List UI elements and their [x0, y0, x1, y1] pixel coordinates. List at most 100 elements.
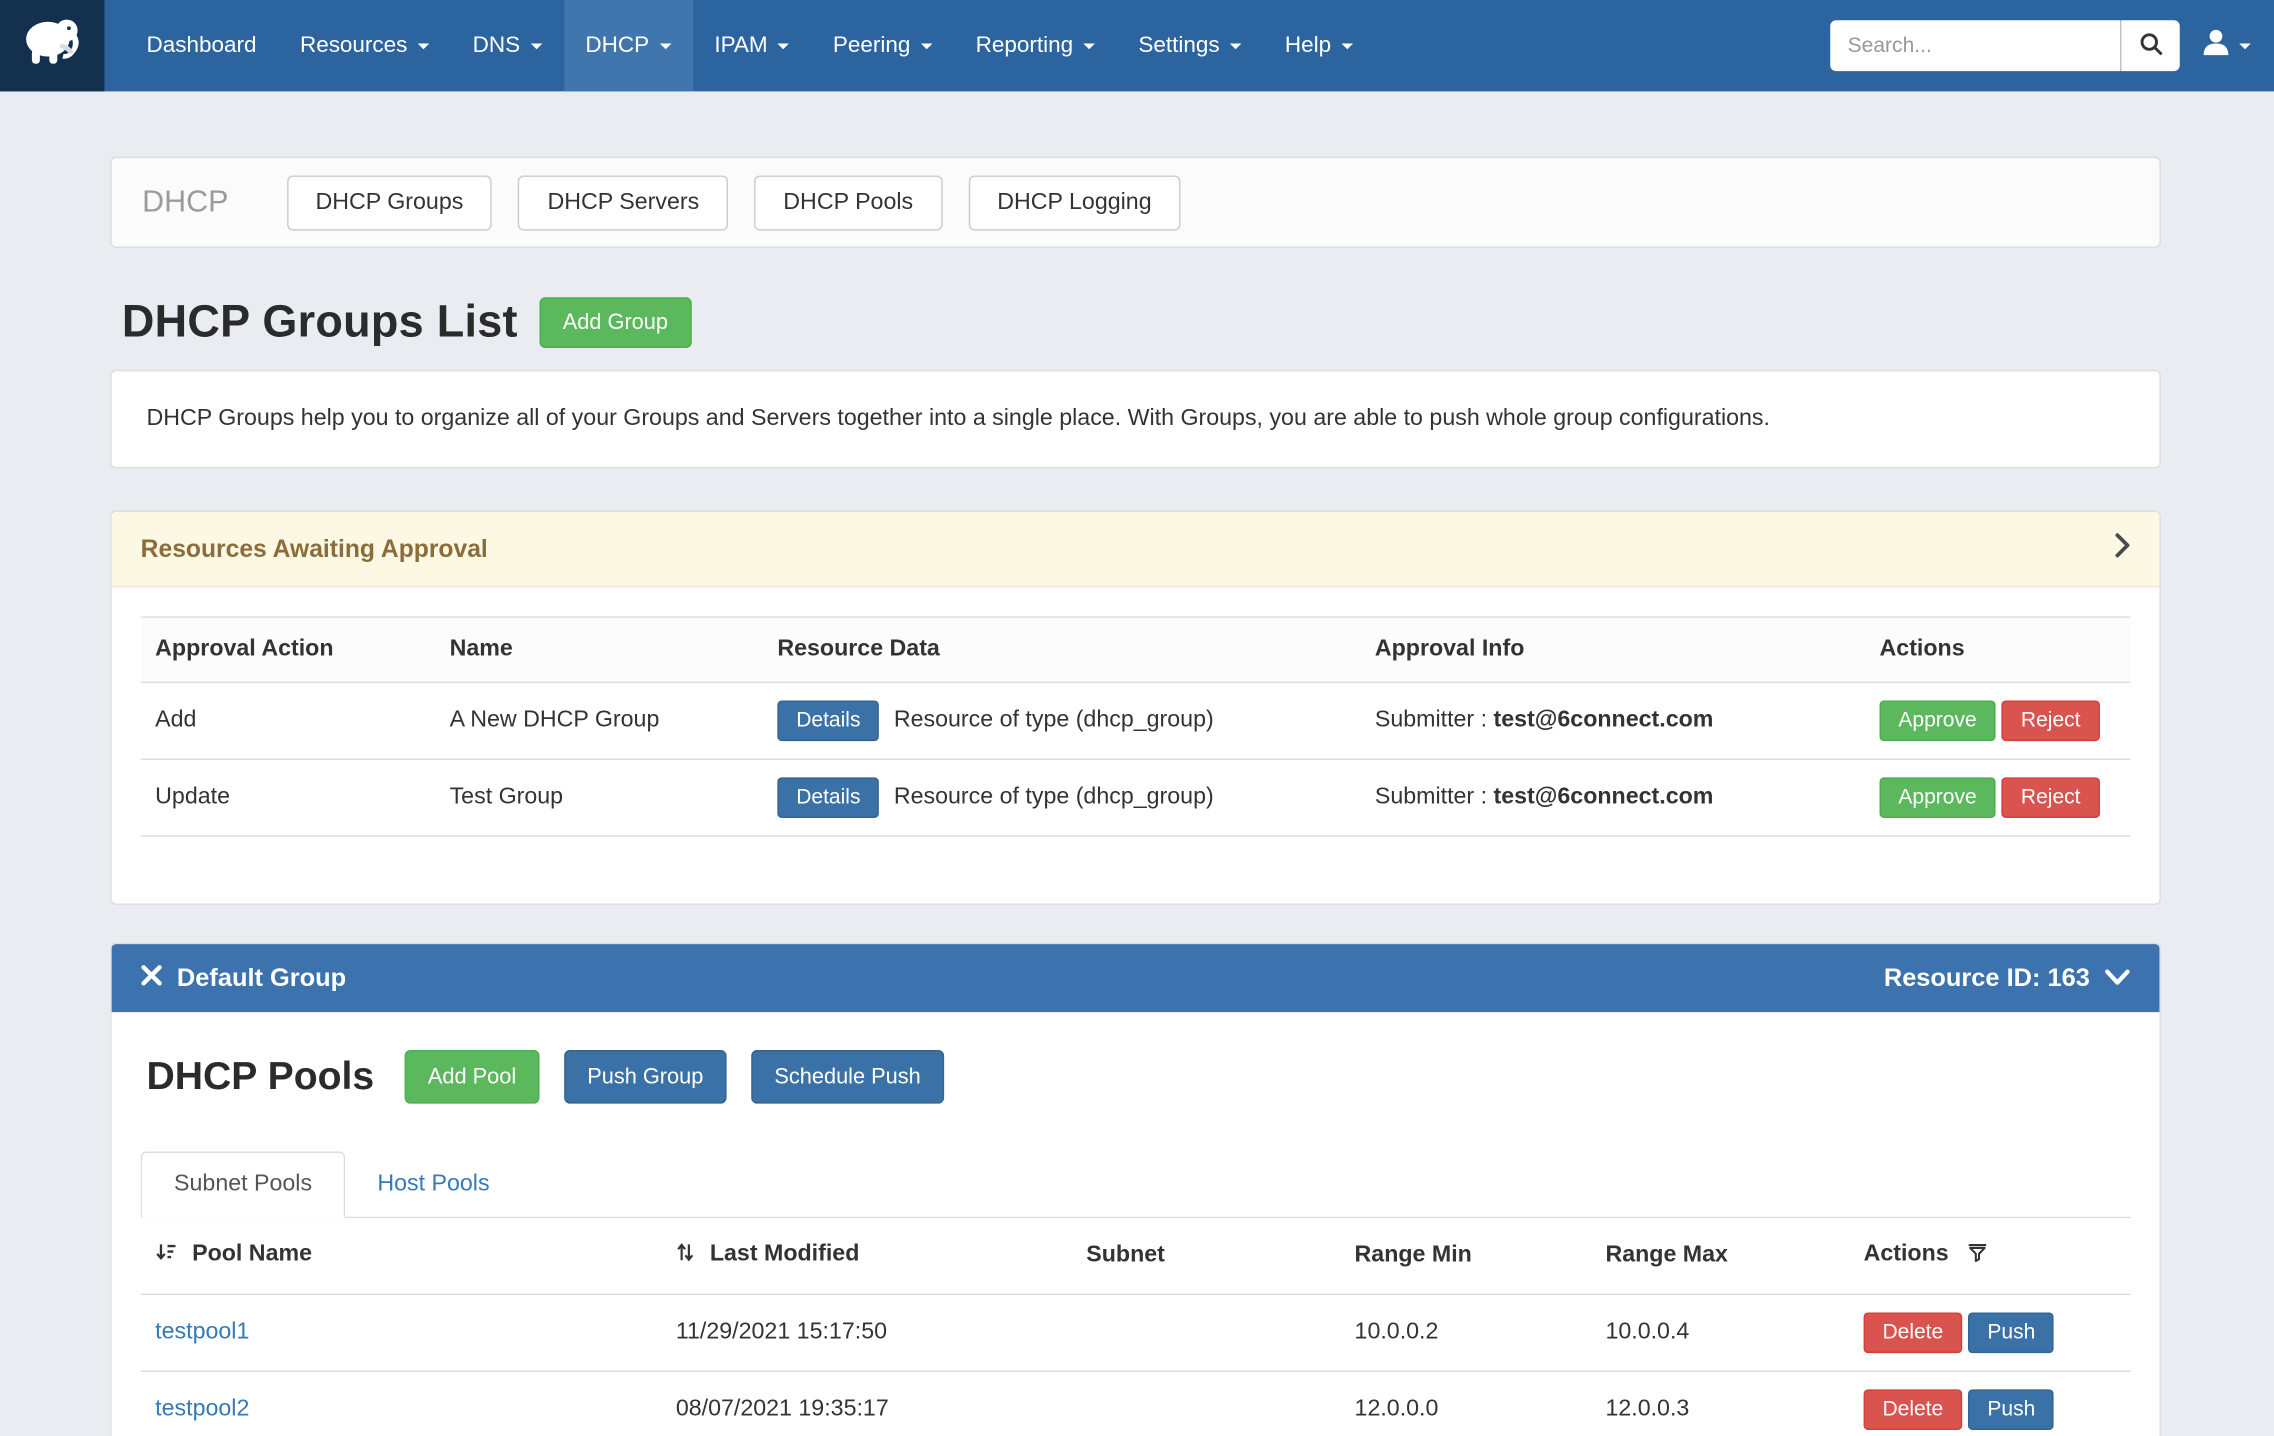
- dhcp-logging-button[interactable]: DHCP Logging: [968, 175, 1180, 230]
- chevron-down-icon: [778, 43, 790, 49]
- search-icon: [2138, 31, 2163, 60]
- page-title-row: DHCP Groups List Add Group: [110, 296, 2161, 348]
- last-modified-cell: 08/07/2021 19:35:17: [661, 1371, 1071, 1436]
- column-header-pool-name[interactable]: Pool Name: [141, 1218, 662, 1294]
- page-title: DHCP Groups List: [122, 296, 518, 348]
- column-header-resource-data: Resource Data: [763, 617, 1361, 682]
- column-header-name: Name: [435, 617, 763, 682]
- tab-label: Host Pools: [377, 1172, 489, 1197]
- approval-action-cell: Add: [141, 682, 435, 759]
- delete-button[interactable]: Delete: [1864, 1389, 1963, 1430]
- column-label: Actions: [1864, 1241, 1949, 1266]
- submitter-label: Submitter :: [1375, 708, 1487, 733]
- submitter-email: test@6connect.com: [1493, 708, 1713, 733]
- approve-button[interactable]: Approve: [1880, 777, 1996, 818]
- resource-id: Resource ID: 163: [1884, 963, 2090, 993]
- nav-item-reporting[interactable]: Reporting: [954, 0, 1117, 91]
- groups-description-panel: DHCP Groups help you to organize all of …: [110, 370, 2161, 469]
- submitter-label: Submitter :: [1375, 785, 1487, 810]
- top-navbar: Dashboard Resources DNS DHCP IPAM Peerin…: [0, 0, 2274, 91]
- delete-button[interactable]: Delete: [1864, 1312, 1963, 1353]
- sort-amount-icon[interactable]: [155, 1244, 183, 1269]
- chevron-down-icon: [1341, 43, 1353, 49]
- group-panel-header: Default Group Resource ID: 163: [112, 944, 2160, 1012]
- reject-button[interactable]: Reject: [2002, 700, 2099, 741]
- actions-cell: Delete Push: [1849, 1371, 2130, 1436]
- approve-button[interactable]: Approve: [1880, 700, 1996, 741]
- group-panel-body: DHCP Pools Add Pool Push Group Schedule …: [112, 1012, 2160, 1436]
- add-group-button[interactable]: Add Group: [540, 297, 692, 348]
- add-pool-button[interactable]: Add Pool: [405, 1050, 540, 1104]
- dhcp-pools-button[interactable]: DHCP Pools: [754, 175, 942, 230]
- nav-item-peering[interactable]: Peering: [811, 0, 954, 91]
- column-header-range-min: Range Min: [1340, 1218, 1591, 1294]
- nav-label: DNS: [473, 33, 520, 59]
- group-header-right: Resource ID: 163: [1884, 963, 2131, 993]
- name-cell: A New DHCP Group: [435, 682, 763, 759]
- reject-button[interactable]: Reject: [2002, 777, 2099, 818]
- tab-label: Subnet Pools: [174, 1172, 312, 1197]
- range-min-cell: 12.0.0.0: [1340, 1371, 1591, 1436]
- chevron-down-icon: [921, 43, 933, 49]
- tab-host-pools[interactable]: Host Pools: [345, 1153, 521, 1217]
- chevron-down-icon: [418, 43, 430, 49]
- push-button[interactable]: Push: [1969, 1389, 2055, 1430]
- submitter-email: test@6connect.com: [1493, 785, 1713, 810]
- push-button[interactable]: Push: [1969, 1312, 2055, 1353]
- resource-data-text: Resource of type (dhcp_group): [894, 708, 1214, 733]
- user-icon: [2200, 26, 2232, 65]
- table-header-row: Pool Name Last Modified Subnet Range Min…: [141, 1218, 2131, 1294]
- search-button[interactable]: [2120, 20, 2179, 71]
- resource-data-text: Resource of type (dhcp_group): [894, 785, 1214, 810]
- nav-label: Settings: [1138, 33, 1219, 59]
- dhcp-servers-button[interactable]: DHCP Servers: [518, 175, 728, 230]
- chevron-down-icon: [530, 43, 542, 49]
- collapse-chevron-icon[interactable]: [2114, 532, 2130, 565]
- pools-heading-row: DHCP Pools Add Pool Push Group Schedule …: [141, 1050, 2131, 1104]
- range-min-cell: 10.0.0.2: [1340, 1294, 1591, 1371]
- subnet-cell: [1072, 1294, 1340, 1371]
- main-content: DHCP DHCP Groups DHCP Servers DHCP Pools…: [0, 157, 2274, 1436]
- nav-label: Resources: [300, 33, 407, 59]
- dhcp-groups-button[interactable]: DHCP Groups: [286, 175, 492, 230]
- nav-item-dashboard[interactable]: Dashboard: [125, 0, 278, 91]
- filter-icon[interactable]: [1960, 1244, 1988, 1269]
- push-group-button[interactable]: Push Group: [564, 1050, 726, 1104]
- column-header-approval-action: Approval Action: [141, 617, 435, 682]
- column-header-last-modified[interactable]: Last Modified: [661, 1218, 1071, 1294]
- nav-item-settings[interactable]: Settings: [1117, 0, 1263, 91]
- chevron-down-icon: [659, 43, 671, 49]
- pool-name-cell: testpool1: [141, 1294, 662, 1371]
- nav-item-resources[interactable]: Resources: [278, 0, 451, 91]
- search-input[interactable]: [1830, 20, 2120, 71]
- approval-info-cell: Submitter : test@6connect.com: [1360, 682, 1865, 759]
- mammoth-logo-icon: [17, 9, 87, 83]
- approval-panel-header[interactable]: Resources Awaiting Approval: [112, 512, 2160, 587]
- group-title: Default Group: [177, 963, 346, 993]
- nav-item-dhcp[interactable]: DHCP: [564, 0, 693, 91]
- column-header-subnet: Subnet: [1072, 1218, 1340, 1294]
- table-row: Update Test Group DetailsResource of typ…: [141, 759, 2131, 836]
- pool-name-link[interactable]: testpool2: [155, 1397, 249, 1422]
- table-header-row: Approval Action Name Resource Data Appro…: [141, 617, 2131, 682]
- schedule-push-button[interactable]: Schedule Push: [751, 1050, 944, 1104]
- application-window: Dashboard Resources DNS DHCP IPAM Peerin…: [0, 0, 2274, 1436]
- nav-item-help[interactable]: Help: [1263, 0, 1375, 91]
- details-button[interactable]: Details: [777, 777, 879, 818]
- nav-item-ipam[interactable]: IPAM: [693, 0, 812, 91]
- approval-panel: Resources Awaiting Approval Approval Act…: [110, 510, 2161, 904]
- user-menu[interactable]: [2200, 26, 2251, 65]
- approval-action-cell: Update: [141, 759, 435, 836]
- close-icon[interactable]: [141, 963, 163, 993]
- sort-arrows-icon[interactable]: [676, 1244, 701, 1269]
- tab-subnet-pools[interactable]: Subnet Pools: [141, 1152, 346, 1219]
- chevron-down-icon[interactable]: [2104, 963, 2130, 993]
- nav-item-dns[interactable]: DNS: [451, 0, 564, 91]
- dhcp-section-label: DHCP: [142, 185, 228, 220]
- details-button[interactable]: Details: [777, 700, 879, 741]
- logo[interactable]: [0, 0, 104, 91]
- chevron-down-icon: [2239, 43, 2251, 49]
- column-header-actions: Actions: [1849, 1218, 2130, 1294]
- nav-label: Dashboard: [146, 33, 256, 59]
- pool-name-link[interactable]: testpool1: [155, 1320, 249, 1345]
